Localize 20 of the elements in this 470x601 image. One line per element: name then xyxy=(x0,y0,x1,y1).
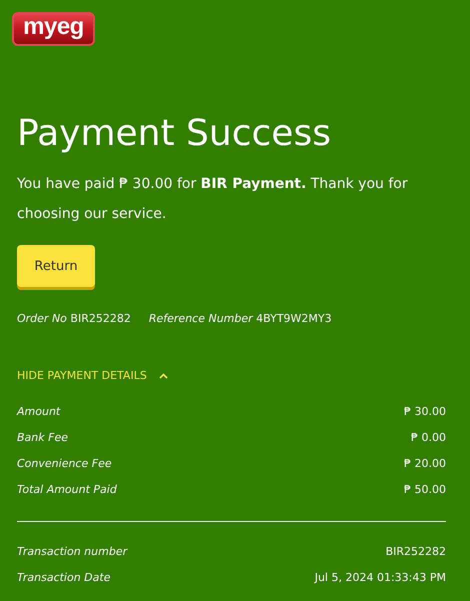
payment-message: You have paid ₱ 30.00 for BIR Payment. Thank you for choosing our service. xyxy=(17,175,409,224)
transaction-value: BIR252282 xyxy=(386,544,446,560)
chevron-icon xyxy=(158,372,168,379)
fee-label: Amount xyxy=(17,404,60,420)
reference-number: Reference Number 4BYT9W2MY3 xyxy=(148,312,332,326)
fee-amount: ₱ 20.00 xyxy=(404,456,446,472)
fee-label: Bank Fee xyxy=(17,430,68,446)
fee-amount: ₱ 50.00 xyxy=(404,482,446,498)
transaction-label: Transaction number xyxy=(17,544,128,560)
fee-amount: ₱ 0.00 xyxy=(411,430,446,446)
fee-amount: ₱ 30.00 xyxy=(404,404,446,420)
page-title: Payment Success xyxy=(17,112,332,156)
payment-details-toggle[interactable]: HIDE PAYMENT DETAILS xyxy=(17,369,168,382)
return-button[interactable]: Return xyxy=(17,245,95,288)
order-number: Order No BIR252282 xyxy=(17,312,131,326)
myeg-logo: myeg xyxy=(12,12,95,46)
fee-label: Total Amount Paid xyxy=(17,482,117,498)
fee-label: Convenience Fee xyxy=(17,456,112,472)
transaction-label: Transaction Date xyxy=(17,570,110,586)
transaction-value: Jul 5, 2024 01:33:43 PM xyxy=(314,570,446,586)
